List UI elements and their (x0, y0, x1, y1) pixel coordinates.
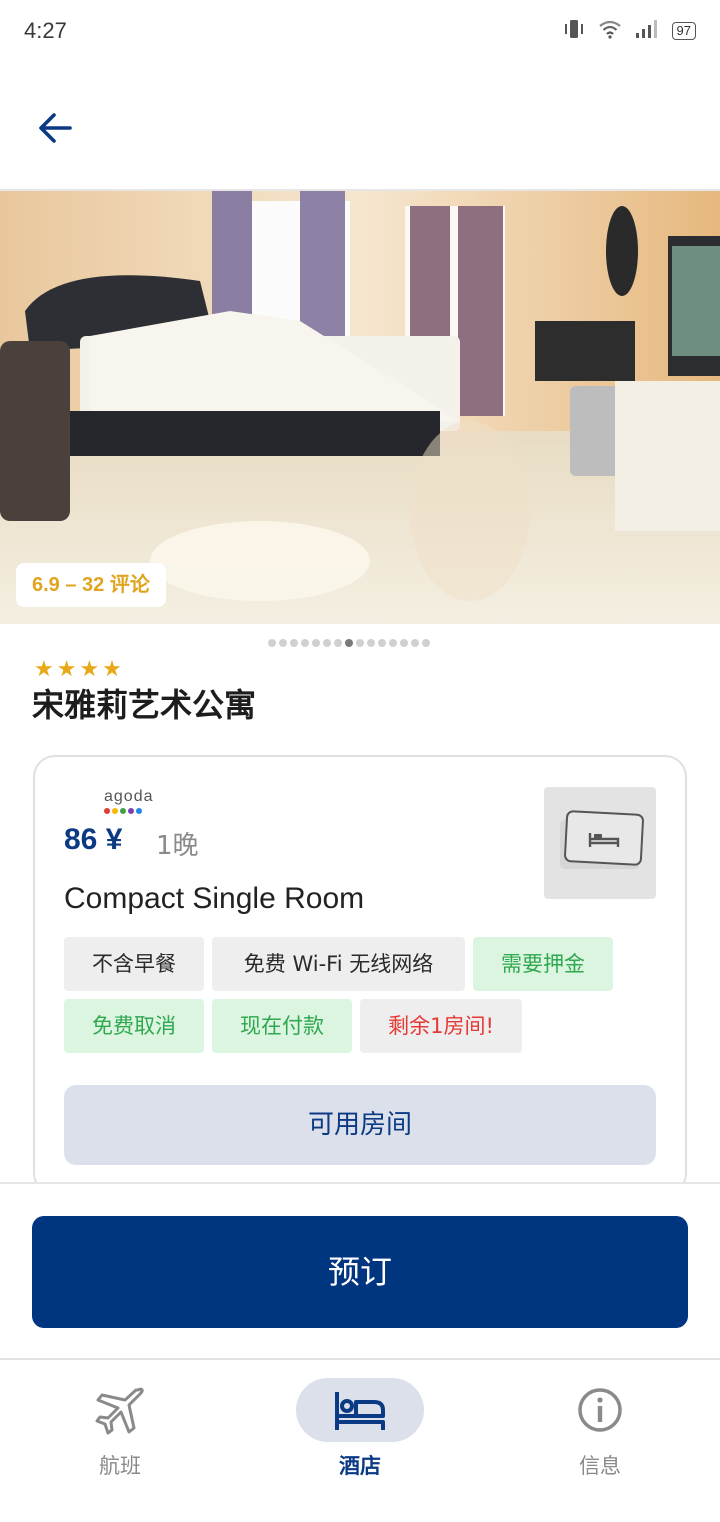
nav-info-label: 信息 (579, 1454, 621, 1478)
info-icon (578, 1388, 622, 1432)
review-score-badge: 6.9 – 32 评论 (16, 563, 166, 607)
wifi-icon (598, 19, 622, 43)
image-carousel-indicator (268, 639, 430, 647)
carousel-dot (378, 639, 386, 647)
arrow-left-icon (39, 113, 72, 143)
carousel-dot (268, 639, 276, 647)
room-price: 86 ¥ (64, 823, 123, 856)
hotel-name: 宋雅莉艺术公寓 (32, 686, 257, 724)
carousel-dot (367, 639, 375, 647)
room-thumbnail (544, 787, 656, 899)
bed-icon (335, 1392, 385, 1430)
nav-hotels[interactable]: 酒店 (280, 1378, 440, 1480)
carousel-dot (389, 639, 397, 647)
nav-hotels-label: 酒店 (339, 1454, 381, 1478)
nav-flights-pill (56, 1378, 184, 1442)
hotel-star-rating: ★★★★ (34, 657, 125, 682)
battery-indicator: 97 (671, 22, 696, 40)
carousel-dot (279, 639, 287, 647)
night-count: 1晚 (156, 831, 199, 861)
tag-free-cancellation: 免费取消 (64, 999, 204, 1053)
back-button[interactable] (34, 108, 78, 148)
tag-pay-now: 现在付款 (212, 999, 352, 1053)
status-icons: 97 (562, 18, 696, 44)
carousel-dot (312, 639, 320, 647)
carousel-dot (301, 639, 309, 647)
tag-wifi: 免费 Wi-Fi 无线网络 (212, 937, 465, 991)
room-name: Compact Single Room (64, 882, 365, 915)
hotel-photo[interactable] (0, 191, 720, 624)
bed-card-icon (560, 810, 644, 869)
carousel-dot (422, 639, 430, 647)
book-button[interactable]: 预订 (32, 1216, 688, 1328)
carousel-dot (356, 639, 364, 647)
status-time: 4:27 (24, 18, 67, 43)
carousel-dot (345, 639, 353, 647)
available-rooms-button[interactable]: 可用房间 (64, 1085, 656, 1165)
tag-rooms-left: 剩余1房间! (360, 999, 522, 1053)
vibrate-icon (562, 18, 586, 44)
carousel-dot (411, 639, 419, 647)
tag-breakfast: 不含早餐 (64, 937, 204, 991)
provider-logo: agoda (104, 788, 154, 805)
carousel-dot (400, 639, 408, 647)
carousel-dot (323, 639, 331, 647)
carousel-dot (290, 639, 298, 647)
carousel-dot (334, 639, 342, 647)
nav-hotels-pill (296, 1378, 424, 1442)
nav-info[interactable]: 信息 (520, 1378, 680, 1480)
nav-info-pill (536, 1378, 664, 1442)
nav-flights-label: 航班 (99, 1454, 141, 1478)
provider-logo-dots (104, 808, 142, 814)
nav-flights[interactable]: 航班 (40, 1378, 200, 1480)
signal-icon (634, 19, 660, 43)
tag-deposit: 需要押金 (473, 937, 613, 991)
plane-icon (95, 1387, 144, 1435)
